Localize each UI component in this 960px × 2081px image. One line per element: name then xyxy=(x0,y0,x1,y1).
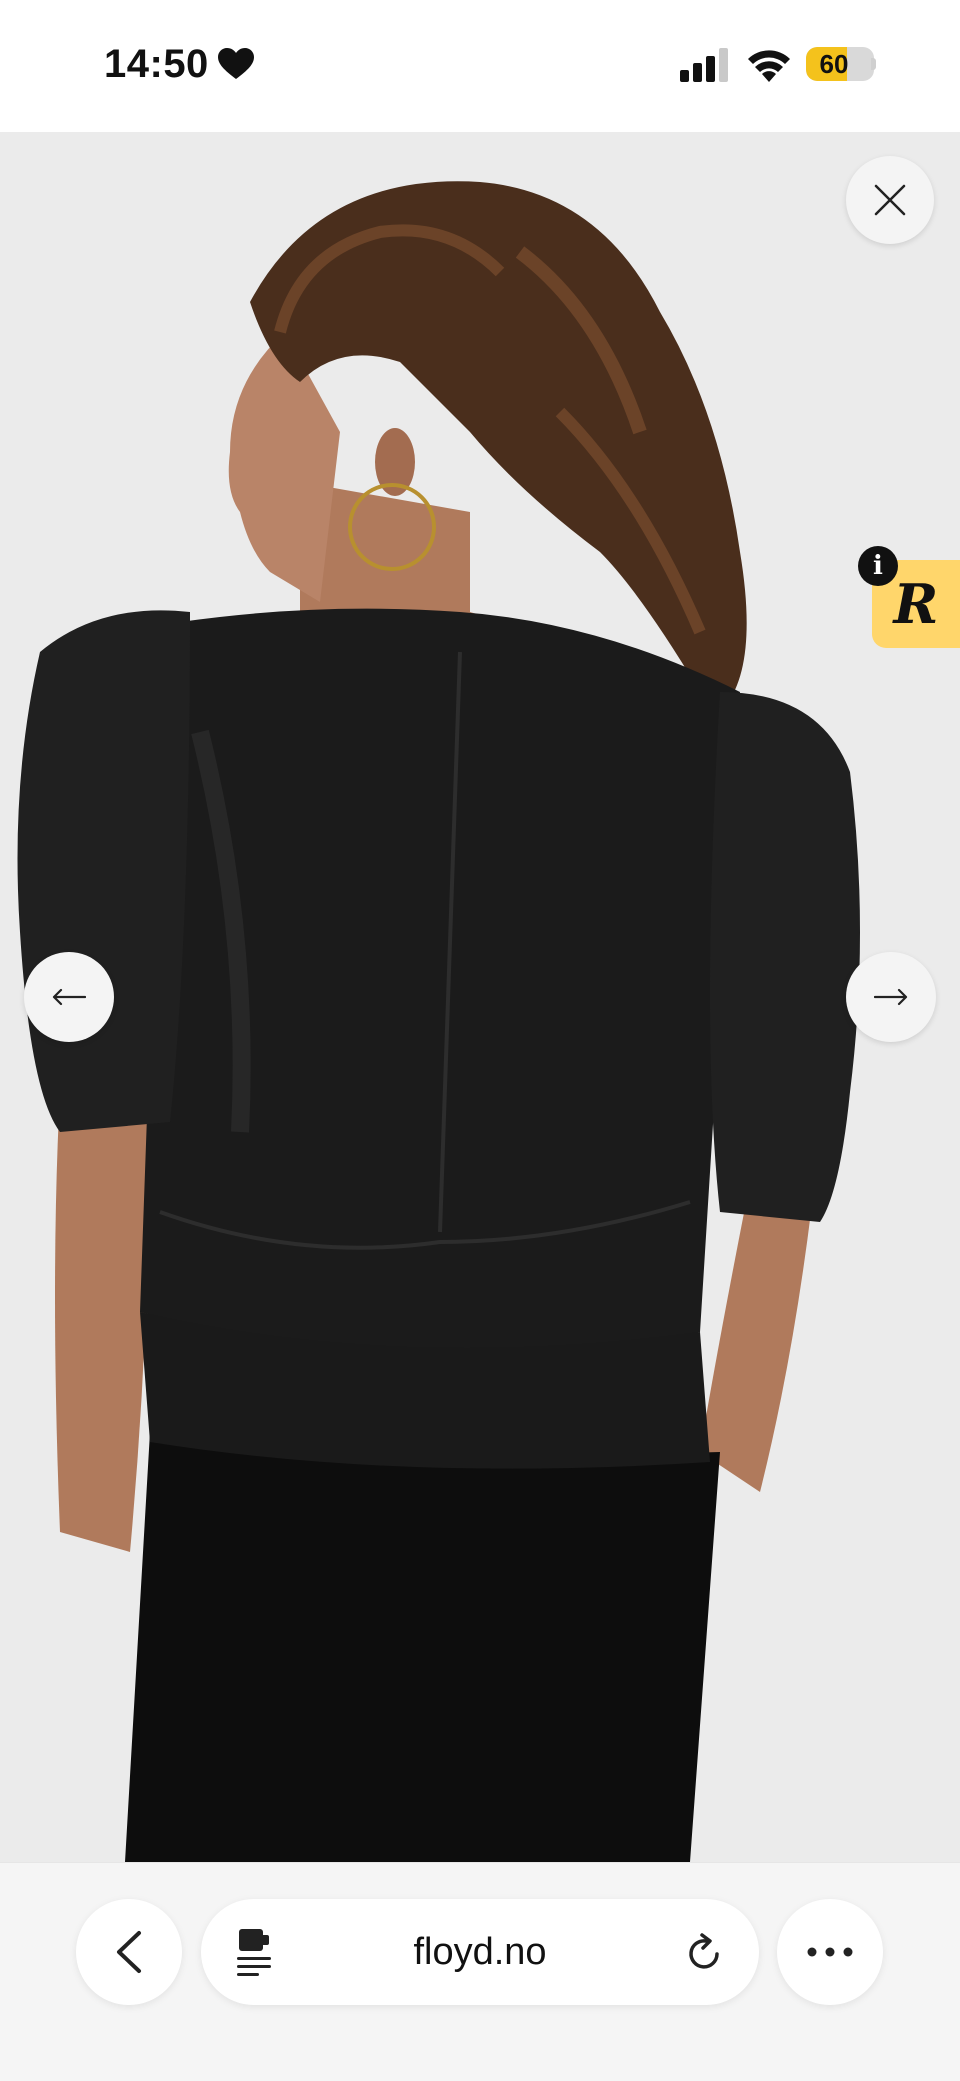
chevron-left-icon xyxy=(117,1931,141,1973)
battery-level: 60 xyxy=(819,49,849,79)
wifi-icon xyxy=(748,50,790,82)
product-image-viewer: R i xyxy=(0,132,960,1862)
reader-mode-icon[interactable] xyxy=(235,1927,275,1977)
more-dots-icon xyxy=(807,1947,853,1957)
close-button[interactable] xyxy=(846,156,934,244)
battery-indicator: 60 xyxy=(806,47,874,81)
status-bar: 14:50 60 xyxy=(0,0,960,132)
arrow-right-icon xyxy=(874,988,908,1006)
status-time: 14:50 xyxy=(104,42,209,86)
back-button[interactable] xyxy=(76,1899,182,2005)
heart-icon xyxy=(218,48,254,79)
info-icon[interactable]: i xyxy=(858,546,898,586)
browser-toolbar: floyd.no xyxy=(0,1862,960,2081)
reload-icon[interactable] xyxy=(685,1932,725,1974)
more-options-button[interactable] xyxy=(777,1899,883,2005)
cellular-signal-icon xyxy=(680,48,728,82)
extension-logo-letter: R xyxy=(893,572,939,636)
close-icon xyxy=(874,184,906,216)
battery-cap xyxy=(871,58,876,70)
previous-image-button[interactable] xyxy=(24,952,114,1042)
address-bar[interactable]: floyd.no xyxy=(201,1899,759,2005)
next-image-button[interactable] xyxy=(846,952,936,1042)
url-text[interactable]: floyd.no xyxy=(201,1899,759,2005)
product-photo xyxy=(0,132,960,1862)
arrow-left-icon xyxy=(52,988,86,1006)
